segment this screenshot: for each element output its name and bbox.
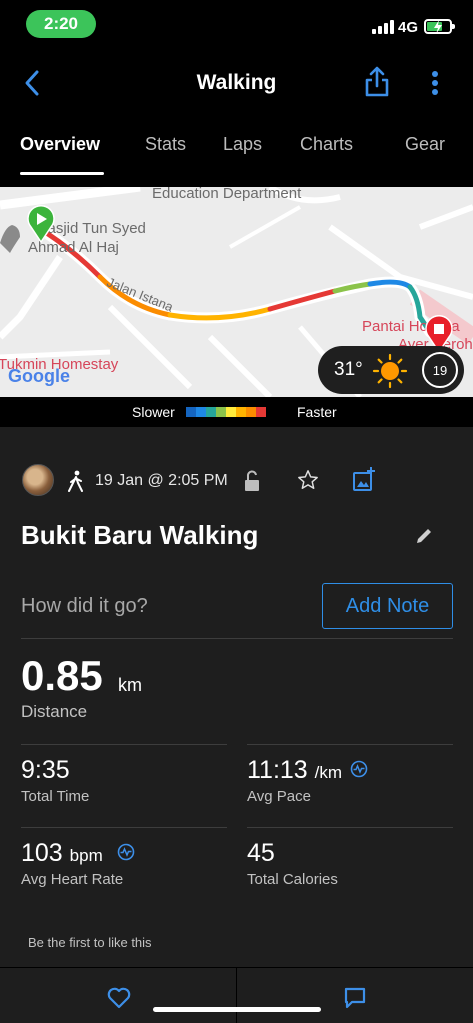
share-icon	[365, 66, 389, 97]
battery-icon	[424, 19, 455, 34]
legend-swatch	[206, 407, 216, 417]
avg-hr-value: 103 bpm	[21, 839, 103, 867]
activity-title: Bukit Baru Walking	[21, 520, 259, 550]
tab-stats[interactable]: Stats	[145, 134, 186, 155]
legend-color-bar	[186, 407, 266, 417]
walking-icon	[68, 470, 83, 492]
more-vertical-icon	[432, 71, 438, 95]
note-prompt: How did it go?	[21, 595, 148, 617]
pace-legend: Slower Faster	[0, 397, 473, 427]
comment-icon[interactable]	[343, 987, 367, 1009]
tab-gear[interactable]: Gear	[405, 134, 445, 155]
weather-temperature: 31°	[334, 359, 363, 380]
distance-unit: km	[118, 675, 142, 695]
weather-chip[interactable]: 31° 19	[318, 346, 464, 394]
map-label-education: Education Department	[152, 187, 302, 202]
unlock-icon[interactable]	[243, 470, 261, 492]
calories-label: Total Calories	[247, 871, 338, 888]
status-bar: 2:20 4G	[0, 0, 473, 48]
add-photo-icon[interactable]	[352, 466, 376, 492]
tab-overview[interactable]: Overview	[20, 134, 100, 155]
legend-faster: Faster	[297, 404, 337, 420]
like-heart-icon[interactable]	[107, 987, 131, 1009]
legend-swatch	[196, 407, 206, 417]
avg-pace-unit: /km	[314, 763, 343, 782]
divider	[247, 744, 453, 745]
legend-swatch	[226, 407, 236, 417]
avg-pace-value: 11:13 /km	[247, 756, 343, 784]
tab-charts[interactable]: Charts	[300, 134, 353, 155]
activity-date: 19 Jan @ 2:05 PM	[95, 472, 228, 489]
home-indicator	[153, 1007, 321, 1012]
star-icon[interactable]	[297, 469, 319, 491]
note-row: How did it go? Add Note	[21, 583, 453, 629]
distance-label: Distance	[21, 702, 88, 721]
divider	[21, 638, 453, 639]
add-note-button[interactable]: Add Note	[322, 583, 453, 629]
nav-bar: Walking	[0, 56, 473, 110]
bottom-action-bar	[0, 967, 473, 1023]
more-options-button[interactable]	[430, 70, 440, 101]
divider	[21, 827, 227, 828]
calories-value: 45	[247, 839, 275, 867]
legend-swatch	[216, 407, 226, 417]
tab-bar: Overview Stats Laps Charts Gear	[0, 128, 473, 178]
divider	[236, 968, 237, 1023]
divider	[21, 744, 227, 745]
heart-rate-info-icon[interactable]	[117, 843, 135, 861]
page-title: Walking	[196, 71, 277, 94]
legend-swatch	[256, 407, 266, 417]
activity-meta: 19 Jan @ 2:05 PM	[0, 462, 473, 502]
likes-text[interactable]: Be the first to like this	[28, 935, 152, 950]
start-marker-icon	[27, 205, 55, 243]
avg-hr-unit: bpm	[69, 846, 103, 865]
wind-badge: 19	[422, 352, 458, 388]
edit-pencil-icon[interactable]	[414, 526, 434, 546]
signal-icon	[372, 20, 394, 34]
legend-swatch	[186, 407, 196, 417]
tab-laps[interactable]: Laps	[223, 134, 262, 155]
network-type: 4G	[398, 19, 419, 36]
google-logo: Google	[8, 366, 70, 386]
divider	[247, 827, 453, 828]
legend-swatch	[246, 407, 256, 417]
legend-swatch	[236, 407, 246, 417]
distance-value: 0.85	[21, 652, 103, 699]
status-time: 2:20	[26, 10, 96, 38]
avatar[interactable]	[22, 464, 54, 496]
total-time-label: Total Time	[21, 788, 90, 805]
sun-icon	[372, 353, 408, 389]
legend-slower: Slower	[132, 404, 175, 420]
avg-pace-label: Avg Pace	[247, 788, 311, 805]
total-time-value: 9:35	[21, 756, 70, 784]
avg-hr-label: Avg Heart Rate	[21, 871, 124, 888]
share-button[interactable]	[364, 66, 390, 103]
active-tab-indicator	[20, 172, 104, 175]
pace-info-icon[interactable]	[350, 760, 368, 778]
